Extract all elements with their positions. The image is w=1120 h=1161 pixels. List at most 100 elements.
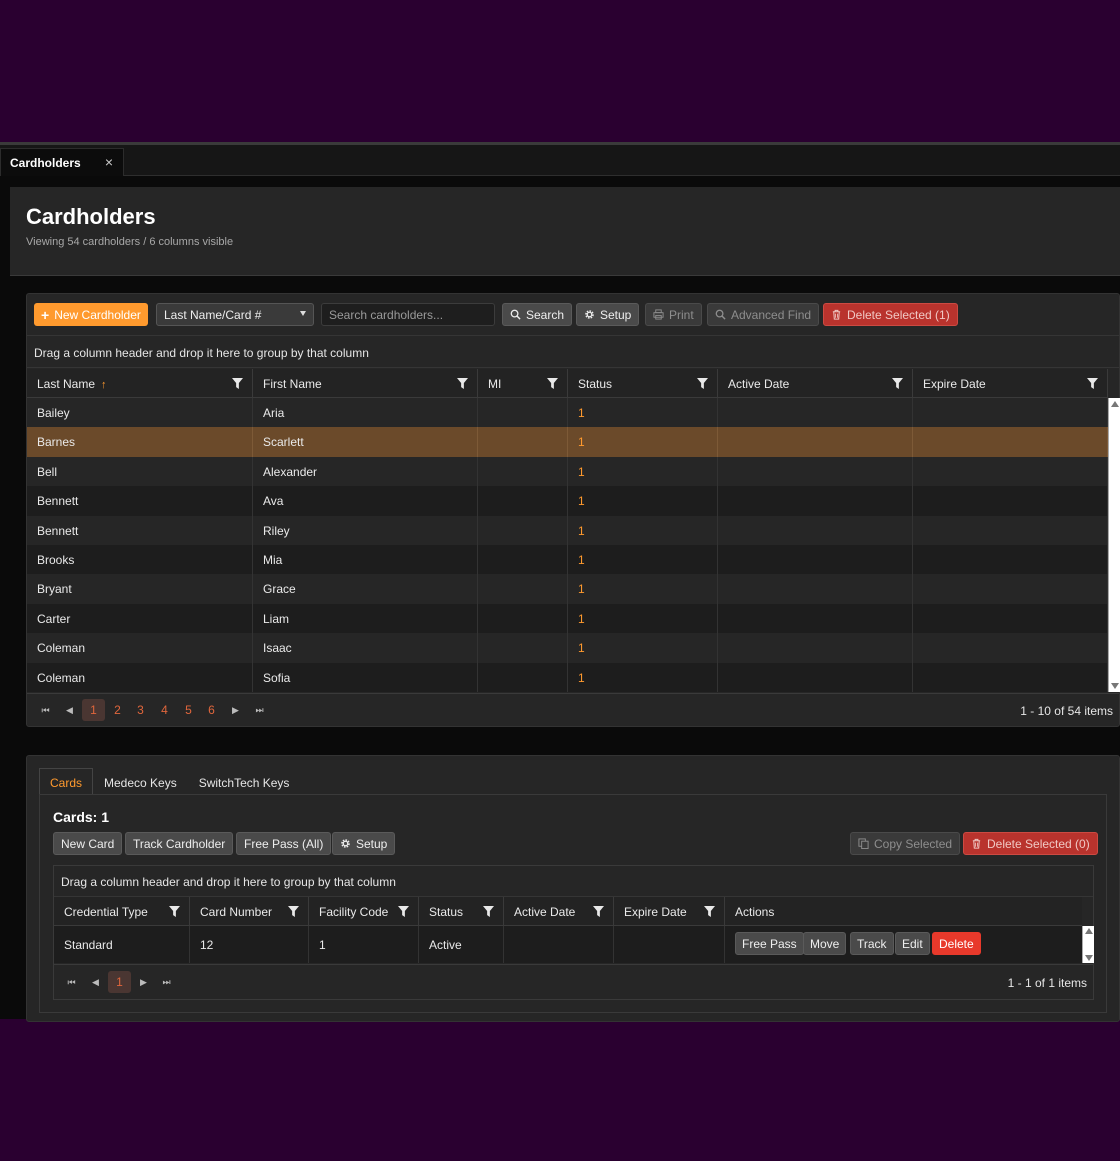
column-header-last-name[interactable]: Last Name ↑ [27,369,253,398]
page-link-4[interactable]: 4 [153,699,176,721]
table-row[interactable]: Bennett Riley 1 [27,515,1108,545]
filter-icon[interactable] [593,906,604,917]
close-icon[interactable]: × [105,154,113,170]
filter-icon[interactable] [1087,378,1098,389]
group-drop-zone[interactable]: Drag a column header and drop it here to… [54,866,1093,897]
table-row[interactable]: Bailey Aria 1 [27,398,1108,428]
table-row[interactable]: Bell Alexander 1 [27,456,1108,487]
cell-status: Active [419,926,504,963]
filter-icon[interactable] [232,378,243,389]
last-page-icon[interactable]: ⏭ [155,971,178,993]
search-input[interactable] [321,303,495,326]
column-header-status[interactable]: Status [419,897,504,926]
cell-first-name: Grace [253,574,478,604]
advanced-find-button[interactable]: Advanced Find [707,303,820,326]
pager-info: 1 - 10 of 54 items [1020,704,1113,718]
table-row[interactable]: Bryant Grace 1 [27,574,1108,604]
cell-expire-date [913,427,1108,457]
filter-icon[interactable] [483,906,494,917]
page-link-1[interactable]: 1 [82,699,105,721]
column-header-card-number[interactable]: Card Number [190,897,309,926]
page-link-6[interactable]: 6 [200,699,223,721]
filter-icon[interactable] [457,378,468,389]
column-label: Active Date [728,377,790,391]
print-button-label: Print [669,307,694,322]
cell-first-name: Liam [253,603,478,634]
table-row[interactable]: Coleman Isaac 1 [27,633,1108,663]
next-page-icon[interactable]: ▶ [132,971,155,993]
group-drop-zone[interactable]: Drag a column header and drop it here to… [27,337,1119,368]
cell-mi [478,545,568,575]
column-header-mi[interactable]: MI [478,369,568,398]
cell-active-date [718,427,913,457]
filter-icon[interactable] [697,378,708,389]
table-row[interactable]: Barnes Scarlett 1 [27,427,1108,457]
table-row[interactable]: Bennett Ava 1 [27,486,1108,516]
column-header-status[interactable]: Status [568,369,718,398]
table-row[interactable]: Standard 12 1 Active Free Pass Move Trac… [54,926,1082,963]
table-row[interactable]: Brooks Mia 1 [27,545,1108,575]
column-header-active-date[interactable]: Active Date [504,897,614,926]
cell-mi [478,456,568,487]
last-page-icon[interactable]: ⏭ [248,699,271,721]
scroll-down-icon[interactable] [1085,955,1093,961]
new-cardholder-button[interactable]: + New Cardholder [34,303,148,326]
table-row[interactable]: Coleman Sofia 1 [27,662,1108,692]
tab-medeco-keys[interactable]: Medeco Keys [93,768,188,795]
column-header-active-date[interactable]: Active Date [718,369,913,398]
cell-active-date [718,633,913,663]
cell-status: 1 [568,515,718,545]
track-button[interactable]: Track [850,932,894,955]
filter-icon[interactable] [169,906,180,917]
cards-setup-button[interactable]: Setup [332,832,396,855]
page-link-2[interactable]: 2 [106,699,129,721]
filter-icon[interactable] [398,906,409,917]
scroll-up-icon[interactable] [1085,928,1093,934]
page-title: Cardholders [26,204,156,229]
column-header-credential-type[interactable]: Credential Type [54,897,190,926]
scroll-up-icon[interactable] [1111,401,1119,407]
free-pass-button[interactable]: Free Pass [735,932,804,955]
free-pass-all-button[interactable]: Free Pass (All) [236,832,332,855]
table-row[interactable]: Carter Liam 1 [27,603,1108,634]
column-header-facility-code[interactable]: Facility Code [309,897,419,926]
delete-button[interactable]: Delete [932,932,981,955]
page-link-1[interactable]: 1 [108,971,131,993]
setup-button[interactable]: Setup [576,303,640,326]
page-link-5[interactable]: 5 [177,699,200,721]
cell-active-date [504,926,614,963]
vertical-scrollbar[interactable] [1082,926,1094,963]
filter-icon[interactable] [892,378,903,389]
tab-switchtech-keys[interactable]: SwitchTech Keys [188,768,301,795]
cards-delete-selected-button[interactable]: Delete Selected (0) [963,832,1098,855]
cell-mi [478,427,568,457]
column-header-expire-date[interactable]: Expire Date [913,369,1108,398]
filter-icon[interactable] [704,906,715,917]
cell-first-name: Ava [253,486,478,516]
tab-cardholders[interactable]: Cardholders × [0,148,124,176]
move-button[interactable]: Move [803,932,847,955]
edit-button[interactable]: Edit [895,932,930,955]
first-page-icon[interactable]: ⏮ [60,971,83,993]
filter-icon[interactable] [547,378,558,389]
copy-selected-label: Copy Selected [874,836,953,851]
track-cardholder-button[interactable]: Track Cardholder [125,832,234,855]
cards-pager: ⏮ ◀ 1 ▶ ⏭ 1 - 1 of 1 items [54,964,1093,1000]
filter-icon[interactable] [288,906,299,917]
search-field-select[interactable]: Last Name/Card # [156,303,314,326]
next-page-icon[interactable]: ▶ [224,699,247,721]
vertical-scrollbar[interactable] [1108,398,1120,692]
scroll-down-icon[interactable] [1111,683,1119,689]
prev-page-icon[interactable]: ◀ [58,699,81,721]
prev-page-icon[interactable]: ◀ [84,971,107,993]
search-button[interactable]: Search [502,303,573,326]
delete-selected-button[interactable]: Delete Selected (1) [823,303,958,326]
column-header-first-name[interactable]: First Name [253,369,478,398]
first-page-icon[interactable]: ⏮ [34,699,57,721]
tab-cards[interactable]: Cards [39,768,94,795]
column-header-expire-date[interactable]: Expire Date [614,897,725,926]
print-button[interactable]: Print [645,303,702,326]
new-card-button[interactable]: New Card [53,832,123,855]
copy-selected-button[interactable]: Copy Selected [850,832,961,855]
page-link-3[interactable]: 3 [129,699,152,721]
